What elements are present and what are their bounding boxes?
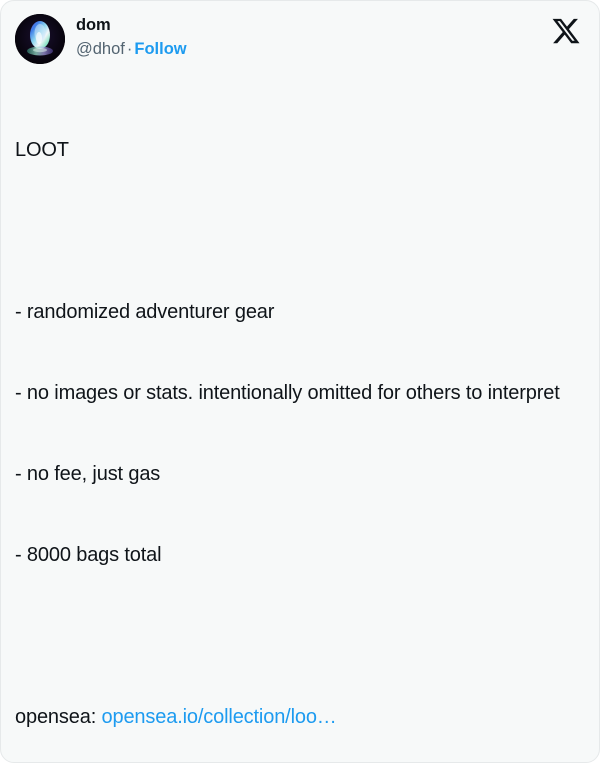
opensea-line: opensea: opensea.io/collection/loo… [15, 704, 585, 731]
handle-separator: · [126, 39, 133, 58]
display-name[interactable]: dom [76, 15, 187, 36]
user-handle[interactable]: @dhof [76, 40, 125, 58]
tweet-bullet-1: - randomized adventurer gear [15, 301, 275, 323]
opensea-link[interactable]: opensea.io/collection/loo… [102, 706, 337, 728]
spacer-2 [15, 623, 585, 650]
tweet-bullet-2: - no images or stats. intentionally omit… [15, 382, 560, 404]
tweet-title-line: LOOT [15, 139, 69, 161]
handle-row: @dhof · Follow [76, 39, 187, 60]
x-logo-icon[interactable] [551, 16, 581, 46]
tweet-bullet-4: - 8000 bags total [15, 544, 162, 566]
tweet-bullet-3: - no fee, just gas [15, 463, 161, 485]
tweet-card: dom @dhof · Follow LOOT - randomized adven… [0, 0, 600, 763]
follow-button[interactable]: Follow [134, 40, 186, 58]
tweet-text: LOOT - randomized adventurer gear - no i… [15, 83, 585, 762]
avatar[interactable] [15, 14, 65, 64]
opensea-label: opensea: [15, 706, 102, 728]
tweet-header: dom @dhof · Follow [15, 13, 585, 69]
spacer-1 [15, 218, 585, 245]
identity-block: dom @dhof · Follow [76, 13, 187, 59]
